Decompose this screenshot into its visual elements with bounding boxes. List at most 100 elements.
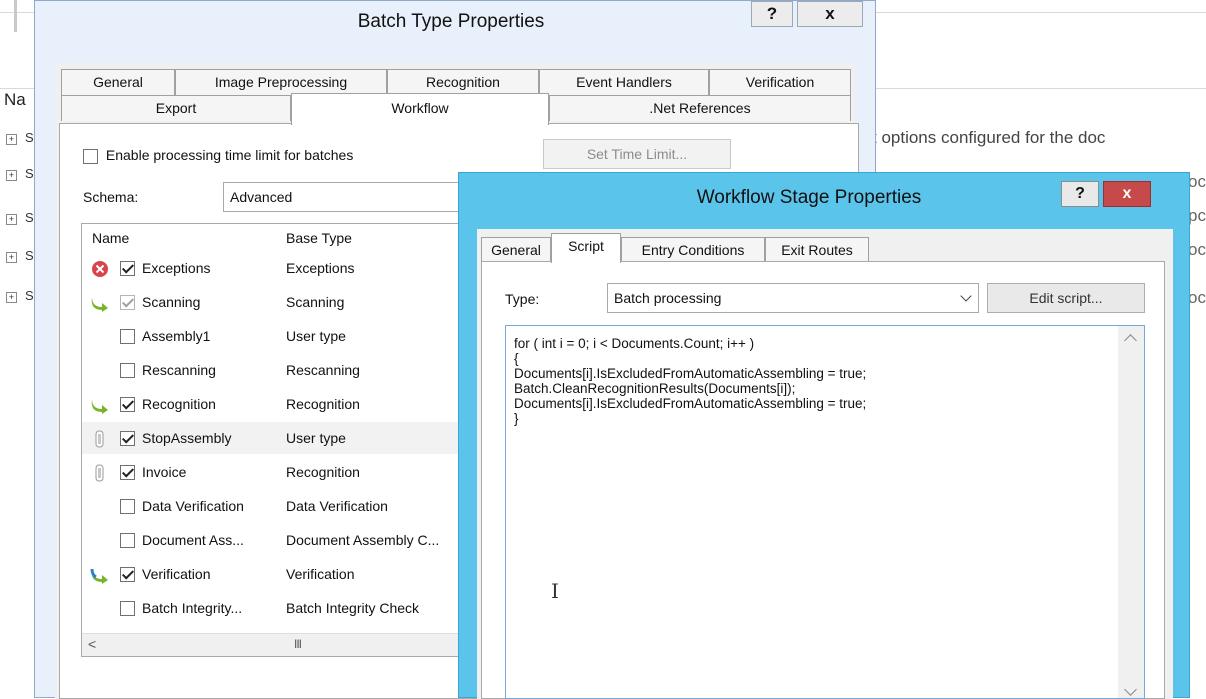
- schema-select[interactable]: Advanced: [223, 182, 473, 212]
- tab-event-handlers[interactable]: Event Handlers: [539, 69, 709, 95]
- type-label: Type:: [505, 291, 540, 307]
- type-select-value: Batch processing: [614, 290, 722, 306]
- green-arrow-icon: [91, 399, 108, 414]
- horizontal-scrollbar[interactable]: < III: [82, 633, 480, 656]
- script-line: Batch.CleanRecognitionResults(Documents[…: [514, 381, 796, 396]
- stage-row[interactable]: Recognition Recognition: [82, 388, 480, 420]
- background-text-fragment: oc: [1188, 288, 1206, 307]
- stage-base-type: Scanning: [286, 294, 345, 310]
- background-column-header: Na: [4, 90, 26, 109]
- column-header-base-type[interactable]: Base Type: [286, 230, 352, 246]
- stage-name: Invoice: [142, 464, 187, 480]
- stage-base-type: Verification: [286, 566, 355, 582]
- scroll-down-icon[interactable]: [1124, 683, 1137, 696]
- script-line: for ( int i = 0; i < Documents.Count; i+…: [514, 336, 755, 351]
- stage-row[interactable]: Document Ass... Document Assembly C...: [82, 524, 480, 556]
- background-window-frame: [14, 0, 17, 32]
- stage-name: StopAssembly: [142, 430, 232, 446]
- stage-checkbox[interactable]: [120, 465, 135, 480]
- stage-name: Assembly1: [142, 328, 211, 344]
- stage-name: Batch Integrity...: [142, 600, 243, 616]
- time-limit-option[interactable]: Enable processing time limit for batches: [83, 147, 353, 164]
- stage-base-type: User type: [286, 430, 346, 446]
- tab-workflow[interactable]: Workflow: [291, 93, 549, 125]
- tab-general[interactable]: General: [481, 237, 551, 263]
- set-time-limit-button[interactable]: Set Time Limit...: [543, 139, 731, 169]
- tab-script[interactable]: Script: [551, 233, 621, 263]
- stage-base-type: Data Verification: [286, 498, 388, 514]
- background-tree-row[interactable]: + S: [6, 130, 34, 145]
- script-line: {: [514, 351, 519, 366]
- tab-net-references[interactable]: .Net References: [549, 95, 851, 121]
- stage-checkbox[interactable]: [120, 363, 135, 378]
- dialog-body: General Script Entry Conditions Exit Rou…: [477, 229, 1173, 699]
- background-text-fragment: oc: [1188, 172, 1206, 191]
- expand-icon[interactable]: +: [6, 170, 17, 181]
- stage-base-type: Document Assembly C...: [286, 532, 440, 548]
- stage-base-type: User type: [286, 328, 346, 344]
- stage-base-type: Rescanning: [286, 362, 360, 378]
- edit-script-button[interactable]: Edit script...: [987, 283, 1145, 313]
- help-button[interactable]: ?: [751, 1, 793, 27]
- pause-icon: [95, 464, 104, 482]
- stage-checkbox[interactable]: [120, 329, 135, 344]
- stage-row[interactable]: Verification Verification: [82, 558, 480, 590]
- stage-name: Rescanning: [142, 362, 216, 378]
- workflow-stage-properties-dialog: Workflow Stage Properties ? x General Sc…: [458, 172, 1190, 699]
- help-button[interactable]: ?: [1061, 181, 1099, 207]
- background-tree-row[interactable]: + S: [6, 210, 34, 225]
- background-tree-row[interactable]: + S: [6, 248, 34, 263]
- tab-image-preprocessing[interactable]: Image Preprocessing: [175, 69, 387, 95]
- tab-exit-routes[interactable]: Exit Routes: [765, 237, 869, 263]
- background-text-fragment: oc: [1188, 240, 1206, 259]
- close-button[interactable]: x: [1103, 181, 1151, 207]
- expand-icon[interactable]: +: [6, 214, 17, 225]
- dialog-title: Batch Type Properties: [357, 11, 545, 32]
- stage-checkbox[interactable]: [120, 431, 135, 446]
- stage-checkbox[interactable]: [120, 261, 135, 276]
- green-arrow-icon: [91, 297, 108, 312]
- stage-row[interactable]: Rescanning Rescanning: [82, 354, 480, 386]
- stage-checkbox[interactable]: [120, 499, 135, 514]
- stage-list: Name Base Type Exceptions Exceptions Sca…: [81, 223, 481, 657]
- tab-recognition[interactable]: Recognition: [387, 69, 539, 95]
- stage-row[interactable]: Scanning Scanning: [82, 286, 480, 318]
- close-button[interactable]: x: [797, 1, 863, 27]
- time-limit-checkbox[interactable]: [83, 148, 98, 164]
- vertical-scrollbar[interactable]: [1118, 326, 1144, 698]
- chevron-down-icon[interactable]: [960, 290, 972, 302]
- script-editor[interactable]: for ( int i = 0; i < Documents.Count; i+…: [505, 325, 1145, 699]
- expand-icon[interactable]: +: [6, 292, 17, 303]
- stage-row[interactable]: Exceptions Exceptions: [82, 252, 480, 284]
- tab-general[interactable]: General: [61, 69, 175, 95]
- scroll-thumb-grip-icon[interactable]: III: [294, 637, 302, 651]
- column-header-name[interactable]: Name: [92, 230, 129, 246]
- tab-entry-conditions[interactable]: Entry Conditions: [621, 237, 765, 263]
- stage-row[interactable]: Assembly1 User type: [82, 320, 480, 352]
- tab-export[interactable]: Export: [61, 95, 291, 121]
- background-description-text: t options configured for the doc: [872, 128, 1106, 147]
- time-limit-label: Enable processing time limit for batches: [105, 147, 354, 163]
- tab-verification[interactable]: Verification: [709, 69, 851, 95]
- stage-name: Document Ass...: [142, 532, 244, 548]
- scroll-up-icon[interactable]: [1124, 334, 1137, 347]
- background-tree-row[interactable]: + S: [6, 166, 34, 181]
- stage-checkbox[interactable]: [120, 533, 135, 548]
- stage-row-selected[interactable]: StopAssembly User type: [82, 422, 480, 454]
- background-tree-row[interactable]: + S: [6, 288, 34, 303]
- stage-row[interactable]: Batch Integrity... Batch Integrity Check: [82, 592, 480, 624]
- stage-row[interactable]: Data Verification Data Verification: [82, 490, 480, 522]
- stage-checkbox[interactable]: [120, 567, 135, 582]
- stage-checkbox[interactable]: [120, 601, 135, 616]
- stage-base-type: Recognition: [286, 464, 360, 480]
- type-select[interactable]: Batch processing: [607, 283, 979, 313]
- error-icon: [92, 261, 108, 277]
- scroll-left-icon[interactable]: <: [88, 636, 96, 652]
- expand-icon[interactable]: +: [6, 134, 17, 145]
- stage-name: Data Verification: [142, 498, 244, 514]
- stage-checkbox[interactable]: [120, 295, 135, 310]
- stage-name: Recognition: [142, 396, 216, 412]
- stage-checkbox[interactable]: [120, 397, 135, 412]
- stage-row[interactable]: Invoice Recognition: [82, 456, 480, 488]
- expand-icon[interactable]: +: [6, 252, 17, 263]
